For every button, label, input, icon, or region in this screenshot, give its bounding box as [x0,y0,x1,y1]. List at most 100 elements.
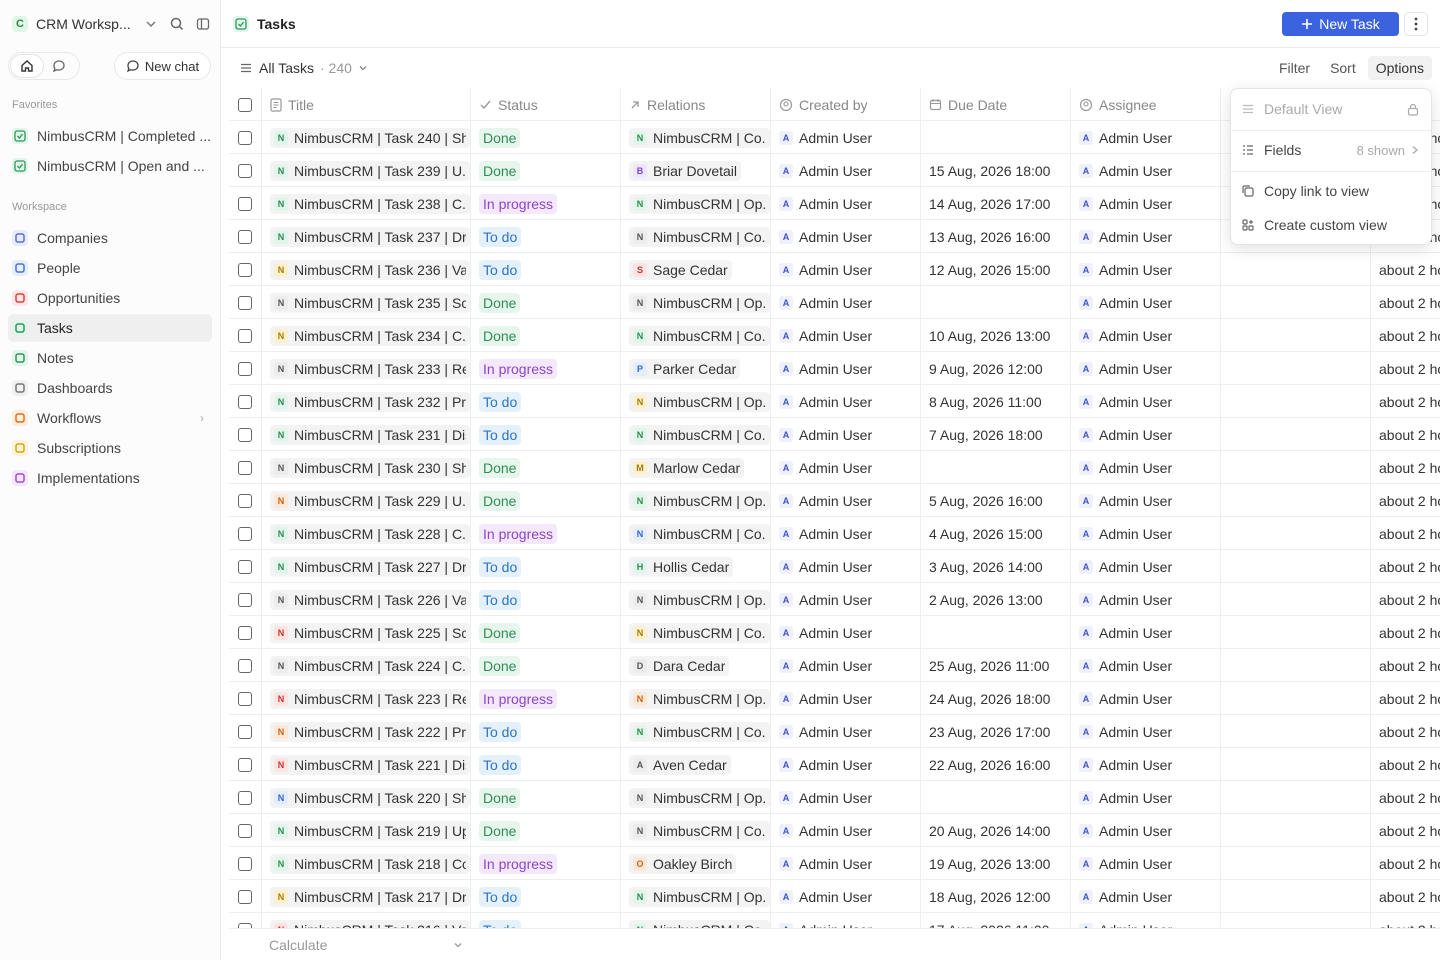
updated-cell[interactable]: about 2 ho [1371,814,1440,847]
relation-chip[interactable]: N NimbusCRM | Co... [629,622,770,643]
created-by-cell[interactable]: AAdmin User [771,121,921,154]
assignee-cell[interactable]: AAdmin User [1071,748,1221,781]
title-cell[interactable]: N NimbusCRM | Task 225 | Sc... [262,616,471,649]
relation-chip[interactable]: N NimbusCRM | Op... [629,292,770,313]
assignee-cell[interactable]: AAdmin User [1071,319,1221,352]
column-header-title[interactable]: Title [262,88,471,121]
due-date-cell[interactable] [921,781,1071,814]
row-checkbox[interactable] [238,295,252,310]
updated-cell[interactable]: about 2 ho [1371,385,1440,418]
created-by-cell[interactable]: AAdmin User [771,319,921,352]
relations-cell[interactable]: N NimbusCRM | Op... [621,286,771,319]
task-chip[interactable]: N NimbusCRM | Task 224 | C... [270,655,470,676]
table-row[interactable]: N NimbusCRM | Task 220 | Sh... Done N Nimbus… [229,781,1440,814]
table-row[interactable]: N NimbusCRM | Task 226 | Va... To do N Nimbu… [229,583,1440,616]
table-row[interactable]: N NimbusCRM | Task 230 | Sh... Done M Marlow… [229,451,1440,484]
due-date-cell[interactable]: 10 Aug, 2026 13:00 [921,319,1071,352]
relations-cell[interactable]: M Marlow Cedar [621,451,771,484]
created-by-cell[interactable]: AAdmin User [771,187,921,220]
create-custom-view-item[interactable]: Create custom view [1235,209,1427,241]
home-icon[interactable] [11,55,43,77]
title-cell[interactable]: N NimbusCRM | Task 227 | Dr... [262,550,471,583]
hidden-column-cell[interactable] [1221,847,1371,880]
relation-chip[interactable]: N NimbusCRM | Op... [629,688,770,709]
chevron-right-icon[interactable]: › [200,411,204,425]
status-cell[interactable]: In progress [471,847,621,880]
relations-cell[interactable]: N NimbusCRM | Co... [621,814,771,847]
task-chip[interactable]: N NimbusCRM | Task 240 | Sh... [270,127,470,148]
assignee-cell[interactable]: AAdmin User [1071,913,1221,928]
due-date-cell[interactable]: 12 Aug, 2026 15:00 [921,253,1071,286]
due-date-cell[interactable]: 22 Aug, 2026 16:00 [921,748,1071,781]
created-by-cell[interactable]: AAdmin User [771,847,921,880]
sidebar-item-companies[interactable]: Companies [8,224,212,252]
created-by-cell[interactable]: AAdmin User [771,253,921,286]
row-checkbox[interactable] [238,361,252,376]
table-row[interactable]: N NimbusCRM | Task 234 | C... Done N NimbusC… [229,319,1440,352]
relations-cell[interactable]: S Sage Cedar [621,253,771,286]
relations-cell[interactable]: N NimbusCRM | Op... [621,187,771,220]
status-cell[interactable]: Done [471,616,621,649]
created-by-cell[interactable]: AAdmin User [771,913,921,928]
fields-item[interactable]: Fields 8 shown [1235,134,1427,166]
updated-cell[interactable]: about 2 ho [1371,649,1440,682]
title-cell[interactable]: N NimbusCRM | Task 238 | C... [262,187,471,220]
status-cell[interactable]: Done [471,319,621,352]
row-checkbox[interactable] [238,460,252,475]
favorite-item-completed[interactable]: NimbusCRM | Completed ... [8,122,212,150]
relations-cell[interactable]: N NimbusCRM | Co... [621,121,771,154]
status-cell[interactable]: Done [471,451,621,484]
task-chip[interactable]: N NimbusCRM | Task 217 | Dr... [270,886,470,907]
filter-button[interactable]: Filter [1271,56,1318,80]
due-date-cell[interactable]: 13 Aug, 2026 16:00 [921,220,1071,253]
created-by-cell[interactable]: AAdmin User [771,352,921,385]
relations-cell[interactable]: N NimbusCRM | Op... [621,484,771,517]
table-row[interactable]: N NimbusCRM | Task 233 | Re... In progress… [229,352,1440,385]
new-chat-button[interactable]: New chat [114,52,211,80]
updated-cell[interactable]: about 2 ho [1371,913,1440,929]
title-cell[interactable]: N NimbusCRM | Task 228 | C... [262,517,471,550]
task-chip[interactable]: N NimbusCRM | Task 233 | Re... [270,358,470,379]
assignee-cell[interactable]: AAdmin User [1071,649,1221,682]
assignee-cell[interactable]: AAdmin User [1071,847,1221,880]
hidden-column-cell[interactable] [1221,517,1371,550]
relation-chip[interactable]: O Oakley Birch [629,853,737,874]
row-checkbox[interactable] [238,757,252,772]
status-cell[interactable]: Done [471,484,621,517]
relation-chip[interactable]: D Dara Cedar [629,655,730,676]
relation-chip[interactable]: N NimbusCRM | Co... [629,523,770,544]
assignee-cell[interactable]: AAdmin User [1071,253,1221,286]
relation-chip[interactable]: N NimbusCRM | Co... [629,226,770,247]
status-cell[interactable]: To do [471,715,621,748]
hidden-column-cell[interactable] [1221,649,1371,682]
task-chip[interactable]: N NimbusCRM | Task 225 | Sc... [270,622,470,643]
status-cell[interactable]: Done [471,781,621,814]
task-chip[interactable]: N NimbusCRM | Task 226 | Va... [270,589,470,610]
row-checkbox[interactable] [238,724,252,739]
sidebar-item-tasks[interactable]: Tasks [8,314,212,342]
status-cell[interactable]: To do [471,880,621,913]
relation-chip[interactable]: M Marlow Cedar [629,457,745,478]
table-row[interactable]: N NimbusCRM | Task 223 | Re... In progress… [229,682,1440,715]
hidden-column-cell[interactable] [1221,616,1371,649]
due-date-cell[interactable]: 15 Aug, 2026 18:00 [921,154,1071,187]
hidden-column-cell[interactable] [1221,550,1371,583]
table-row[interactable]: N NimbusCRM | Task 225 | Sc... Done N Nimbus… [229,616,1440,649]
due-date-cell[interactable]: 23 Aug, 2026 17:00 [921,715,1071,748]
title-cell[interactable]: NNimbusCRM | Task 216 | Val... [262,913,471,928]
hidden-column-cell[interactable] [1221,484,1371,517]
assignee-cell[interactable]: AAdmin User [1071,517,1221,550]
task-chip[interactable]: N NimbusCRM | Task 223 | Re... [270,688,470,709]
table-row[interactable]: NNimbusCRM | Task 216 | Val... To do NNimb… [229,913,1440,928]
created-by-cell[interactable]: AAdmin User [771,616,921,649]
row-checkbox[interactable] [238,130,252,145]
created-by-cell[interactable]: AAdmin User [771,649,921,682]
row-checkbox[interactable] [238,394,252,409]
status-cell[interactable]: Done [471,286,621,319]
table-row[interactable]: N NimbusCRM | Task 219 | Up... Done N Nimbus… [229,814,1440,847]
relations-cell[interactable]: N NimbusCRM | Op... [621,781,771,814]
updated-cell[interactable]: about 2 ho [1371,583,1440,616]
relations-cell[interactable]: N NimbusCRM | Op... [621,880,771,913]
due-date-cell[interactable]: 20 Aug, 2026 14:00 [921,814,1071,847]
options-button[interactable]: Options [1367,56,1432,80]
